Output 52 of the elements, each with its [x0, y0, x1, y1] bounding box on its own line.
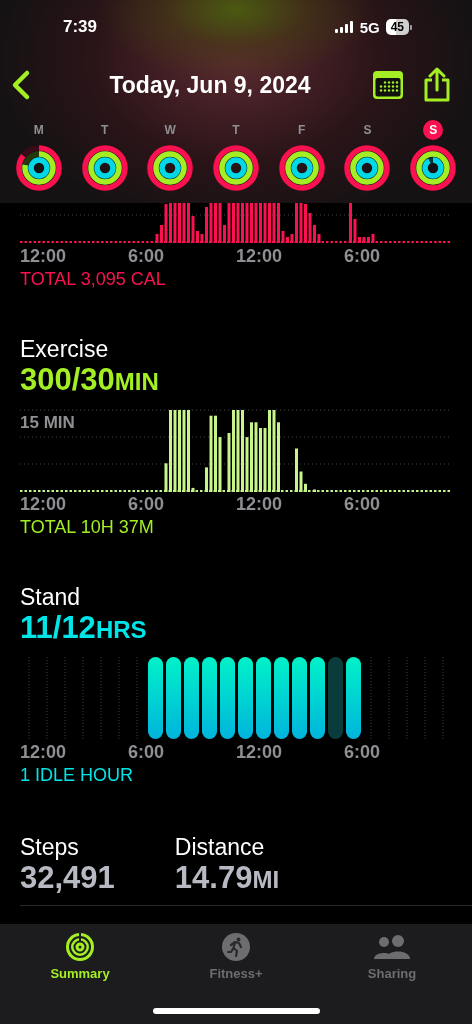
stand-total: 1 IDLE HOUR [20, 764, 135, 787]
calendar-button[interactable] [372, 70, 404, 100]
axis-label: 12:00 [236, 741, 284, 763]
date-title: Today, Jun 9, 2024 [108, 71, 312, 99]
axis-label: 12:00 [20, 493, 68, 515]
stat-value: 14.79MI [174, 861, 280, 897]
day-button[interactable]: S [400, 120, 466, 192]
runner-icon [221, 932, 251, 962]
activity-rings-icon [212, 144, 260, 192]
activity-rings-icon [146, 144, 195, 192]
share-button[interactable] [422, 67, 452, 103]
exercise-value: 300/30MIN [20, 363, 160, 399]
axis-label: 6:00 [344, 741, 382, 763]
activity-rings-icon [80, 144, 129, 192]
tab-button[interactable]: Sharing [332, 924, 452, 1024]
network-label: 5G [359, 18, 380, 36]
axis-label: 12:00 [20, 245, 68, 267]
axis-label: 6:00 [344, 493, 382, 515]
day-button[interactable]: T [203, 120, 269, 192]
axis-label: 6:00 [128, 245, 166, 267]
section-title: Stand [20, 583, 82, 611]
day-button[interactable]: M [6, 120, 72, 192]
activity-rings-icon [277, 144, 326, 192]
gridline-label: 15 MIN [20, 413, 75, 433]
activity-rings-icon [343, 144, 392, 192]
day-button[interactable]: F [268, 120, 335, 192]
people-icon [372, 932, 412, 962]
day-button[interactable]: W [137, 120, 204, 192]
activity-rings-icon [14, 144, 63, 192]
move-total: TOTAL 3,095 CAL [20, 268, 167, 291]
axis-label: 6:00 [128, 493, 166, 515]
rings-icon [65, 932, 95, 962]
stat-value: 32,491 [20, 861, 115, 895]
day-button[interactable]: S [334, 120, 401, 192]
axis-label: 12:00 [236, 493, 284, 515]
activity-rings-icon [409, 144, 458, 192]
status-time: 7:39 [63, 17, 98, 37]
day-button[interactable]: T [71, 120, 138, 192]
axis-label: 6:00 [128, 741, 166, 763]
exercise-total: TOTAL 10H 37M [20, 516, 155, 539]
stat-label: Steps [20, 833, 80, 861]
tab-button[interactable]: Summary [20, 924, 140, 1024]
stat-label: Distance [174, 833, 266, 861]
axis-label: 12:00 [20, 741, 68, 763]
battery-icon: 45 [385, 19, 412, 35]
signal-icon [334, 21, 354, 33]
axis-label: 6:00 [344, 245, 382, 267]
axis-label: 12:00 [236, 245, 284, 267]
stand-value: 11/12HRS [20, 611, 148, 647]
section-title: Exercise [20, 335, 110, 363]
back-button[interactable] [10, 69, 32, 101]
chart-bar [313, 489, 316, 492]
